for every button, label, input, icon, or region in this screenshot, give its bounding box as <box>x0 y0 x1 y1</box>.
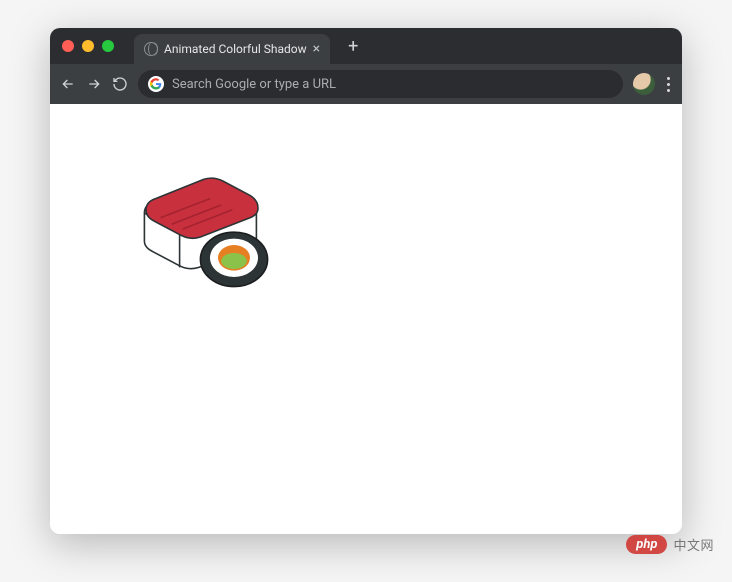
back-button[interactable] <box>60 76 76 92</box>
profile-avatar[interactable] <box>633 73 655 95</box>
title-bar: Animated Colorful Shadow × + <box>50 28 682 64</box>
browser-tab[interactable]: Animated Colorful Shadow × <box>134 34 330 64</box>
maximize-window-button[interactable] <box>102 40 114 52</box>
back-icon <box>60 76 76 92</box>
google-icon <box>148 76 164 92</box>
watermark: php 中文网 <box>626 535 714 554</box>
window-controls <box>62 40 114 52</box>
toolbar: Search Google or type a URL <box>50 64 682 104</box>
reload-button[interactable] <box>112 76 128 92</box>
address-placeholder: Search Google or type a URL <box>172 77 336 92</box>
globe-icon <box>144 42 158 56</box>
watermark-badge: php <box>626 535 667 554</box>
tab-title: Animated Colorful Shadow <box>164 42 307 56</box>
address-bar[interactable]: Search Google or type a URL <box>138 70 623 98</box>
kebab-menu-icon <box>667 77 670 80</box>
sushi-image <box>130 164 290 294</box>
browser-window: Animated Colorful Shadow × + Search Goog… <box>50 28 682 534</box>
reload-icon <box>112 76 128 92</box>
close-window-button[interactable] <box>62 40 74 52</box>
plus-icon: + <box>348 36 358 57</box>
watermark-text: 中文网 <box>673 535 714 554</box>
new-tab-button[interactable]: + <box>348 36 358 57</box>
browser-menu-button[interactable] <box>665 77 672 92</box>
minimize-window-button[interactable] <box>82 40 94 52</box>
close-icon[interactable]: × <box>313 42 320 56</box>
forward-button[interactable] <box>86 76 102 92</box>
forward-icon <box>86 76 102 92</box>
page-viewport <box>50 104 682 534</box>
